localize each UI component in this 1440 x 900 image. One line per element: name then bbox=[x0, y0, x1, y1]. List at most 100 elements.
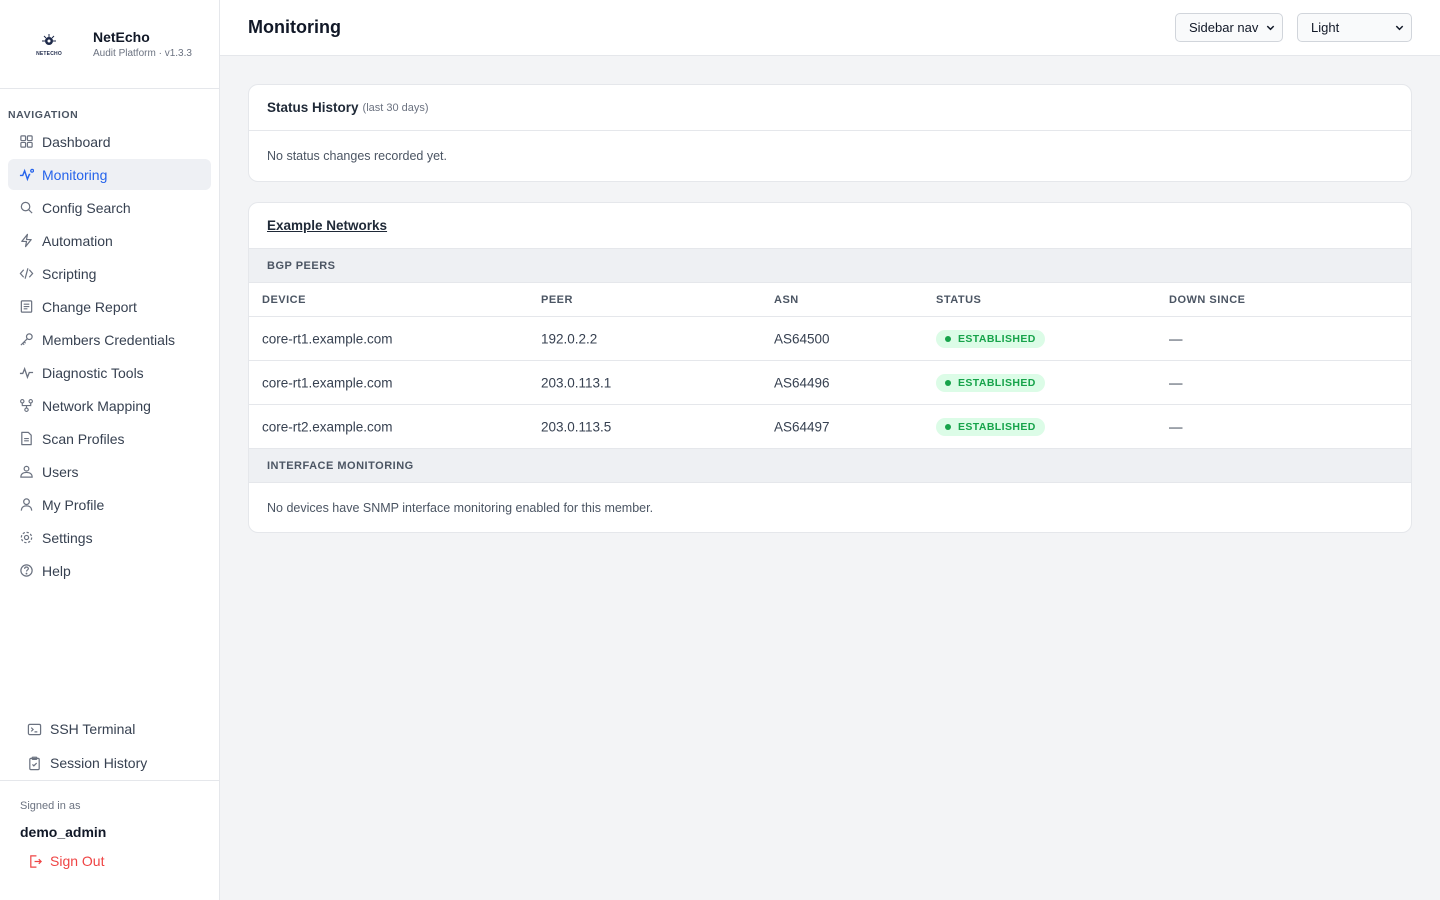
tool-label: SSH Terminal bbox=[50, 721, 136, 737]
sidebar-item-dashboard[interactable]: Dashboard bbox=[8, 126, 211, 157]
status-badge: ESTABLISHED bbox=[936, 373, 1045, 392]
user-icon bbox=[20, 498, 33, 511]
column-header-status: STATUS bbox=[936, 293, 982, 306]
status-cell: ESTABLISHED bbox=[936, 329, 1045, 348]
status-history-card: Status History (last 30 days) No status … bbox=[248, 84, 1412, 182]
theme-select[interactable]: Light bbox=[1297, 13, 1412, 42]
nav-layout-select[interactable]: Sidebar nav bbox=[1175, 13, 1283, 42]
ssh-terminal-link[interactable]: SSH Terminal bbox=[16, 712, 211, 746]
code-icon bbox=[19, 268, 34, 279]
chevron-down-icon bbox=[1395, 25, 1404, 31]
status-cell: ESTABLISHED bbox=[936, 373, 1045, 392]
status-dot-icon bbox=[945, 335, 951, 342]
table-header: DEVICE PEER ASN STATUS DOWN SINCE bbox=[249, 283, 1411, 317]
peer-cell: 203.0.113.1 bbox=[541, 375, 612, 390]
status-text: ESTABLISHED bbox=[958, 420, 1036, 433]
brand-subtitle: Audit Platform · v1.3.3 bbox=[93, 48, 192, 59]
search-icon bbox=[20, 201, 33, 214]
peer-cell: 192.0.2.2 bbox=[541, 331, 598, 346]
sidebar-item-label: Scan Profiles bbox=[42, 430, 125, 447]
sidebar-tools: SSH Terminal Session History bbox=[16, 712, 211, 780]
sidebar-item-label: Diagnostic Tools bbox=[42, 364, 144, 381]
column-header-down-since: DOWN SINCE bbox=[1169, 293, 1246, 306]
pulse-icon bbox=[19, 366, 34, 380]
app-logo: NETECHO bbox=[33, 28, 65, 60]
status-history-empty: No status changes recorded yet. bbox=[267, 149, 447, 163]
down-since-cell: — bbox=[1169, 331, 1183, 346]
theme-value: Light bbox=[1311, 20, 1340, 35]
sidebar-item-label: My Profile bbox=[42, 496, 105, 513]
networks-card: Example Networks BGP PEERS DEVICE PEER A… bbox=[248, 202, 1412, 533]
sidebar-item-label: Dashboard bbox=[42, 133, 111, 150]
bgp-peers-heading: BGP PEERS bbox=[249, 249, 1411, 283]
card-header: Example Networks bbox=[249, 203, 1411, 249]
sidebar-item-label: Users bbox=[42, 463, 79, 480]
help-icon bbox=[20, 564, 33, 577]
sidebar-nav: Dashboard Monitoring Config Search Autom… bbox=[8, 126, 211, 588]
status-text: ESTABLISHED bbox=[958, 376, 1036, 389]
status-dot-icon bbox=[945, 379, 951, 386]
down-since-cell: — bbox=[1169, 419, 1183, 434]
logo-text: NETECHO bbox=[36, 50, 62, 57]
zap-icon bbox=[21, 233, 32, 248]
users-icon bbox=[20, 465, 33, 478]
brand-name: NetEcho bbox=[93, 29, 150, 45]
gear-icon bbox=[20, 531, 33, 544]
table-row: core-rt2.example.com 203.0.113.5 AS64497… bbox=[249, 405, 1411, 449]
clipboard-icon bbox=[29, 756, 40, 770]
status-dot-icon bbox=[945, 423, 951, 430]
nav-heading: NAVIGATION bbox=[8, 109, 79, 121]
sidebar-item-label: Automation bbox=[42, 232, 113, 249]
sidebar-item-label: Settings bbox=[42, 529, 93, 546]
card-header: Status History (last 30 days) bbox=[249, 85, 1411, 131]
sidebar-item-config-search[interactable]: Config Search bbox=[8, 192, 211, 223]
sidebar-item-scripting[interactable]: Scripting bbox=[8, 258, 211, 289]
logo-mark-icon bbox=[42, 33, 56, 45]
column-header-peer: PEER bbox=[541, 293, 573, 306]
asn-cell: AS64497 bbox=[774, 419, 830, 434]
status-history-subtitle: (last 30 days) bbox=[362, 101, 429, 114]
sidebar-item-scan-profiles[interactable]: Scan Profiles bbox=[8, 423, 211, 454]
table-row: core-rt1.example.com 203.0.113.1 AS64496… bbox=[249, 361, 1411, 405]
sign-out-label: Sign Out bbox=[50, 853, 105, 869]
chevron-down-icon bbox=[1266, 25, 1275, 31]
terminal-icon bbox=[27, 723, 42, 735]
asn-cell: AS64496 bbox=[774, 375, 830, 390]
sidebar-item-diagnostic-tools[interactable]: Diagnostic Tools bbox=[8, 357, 211, 388]
sidebar-item-label: Change Report bbox=[42, 298, 137, 315]
sidebar-item-monitoring[interactable]: Monitoring bbox=[8, 159, 211, 190]
status-text: ESTABLISHED bbox=[958, 332, 1036, 345]
network-icon bbox=[20, 399, 33, 412]
down-since-cell: — bbox=[1169, 375, 1183, 390]
network-title-link[interactable]: Example Networks bbox=[267, 218, 387, 233]
status-badge: ESTABLISHED bbox=[936, 417, 1045, 436]
page-title: Monitoring bbox=[248, 17, 341, 37]
sidebar-item-users[interactable]: Users bbox=[8, 456, 211, 487]
key-icon bbox=[20, 333, 33, 346]
sign-out-button[interactable]: Sign Out bbox=[28, 853, 199, 869]
status-cell: ESTABLISHED bbox=[936, 417, 1045, 436]
interface-monitoring-empty: No devices have SNMP interface monitorin… bbox=[267, 501, 654, 515]
status-badge: ESTABLISHED bbox=[936, 329, 1045, 348]
sidebar-item-automation[interactable]: Automation bbox=[8, 225, 211, 256]
sidebar-item-settings[interactable]: Settings bbox=[8, 522, 211, 553]
user-panel: Signed in as demo_admin Sign Out bbox=[0, 780, 219, 900]
sidebar-item-change-report[interactable]: Change Report bbox=[8, 291, 211, 322]
document-icon bbox=[20, 300, 33, 313]
session-history-link[interactable]: Session History bbox=[16, 746, 211, 780]
column-header-device: DEVICE bbox=[262, 293, 306, 306]
username: demo_admin bbox=[20, 824, 107, 840]
sidebar-item-my-profile[interactable]: My Profile bbox=[8, 489, 211, 520]
tool-label: Session History bbox=[50, 755, 148, 771]
sidebar-item-help[interactable]: Help bbox=[8, 555, 211, 586]
asn-cell: AS64500 bbox=[774, 331, 830, 346]
file-icon bbox=[21, 431, 32, 446]
status-history-title: Status History bbox=[267, 100, 359, 115]
brand[interactable]: NETECHO NetEcho Audit Platform · v1.3.3 bbox=[0, 0, 219, 89]
nav-layout-value: Sidebar nav bbox=[1189, 20, 1259, 35]
sidebar-item-members-credentials[interactable]: Members Credentials bbox=[8, 324, 211, 355]
peer-cell: 203.0.113.5 bbox=[541, 419, 612, 434]
sidebar-item-label: Scripting bbox=[42, 265, 97, 282]
sidebar-item-network-mapping[interactable]: Network Mapping bbox=[8, 390, 211, 421]
column-header-asn: ASN bbox=[774, 293, 799, 306]
